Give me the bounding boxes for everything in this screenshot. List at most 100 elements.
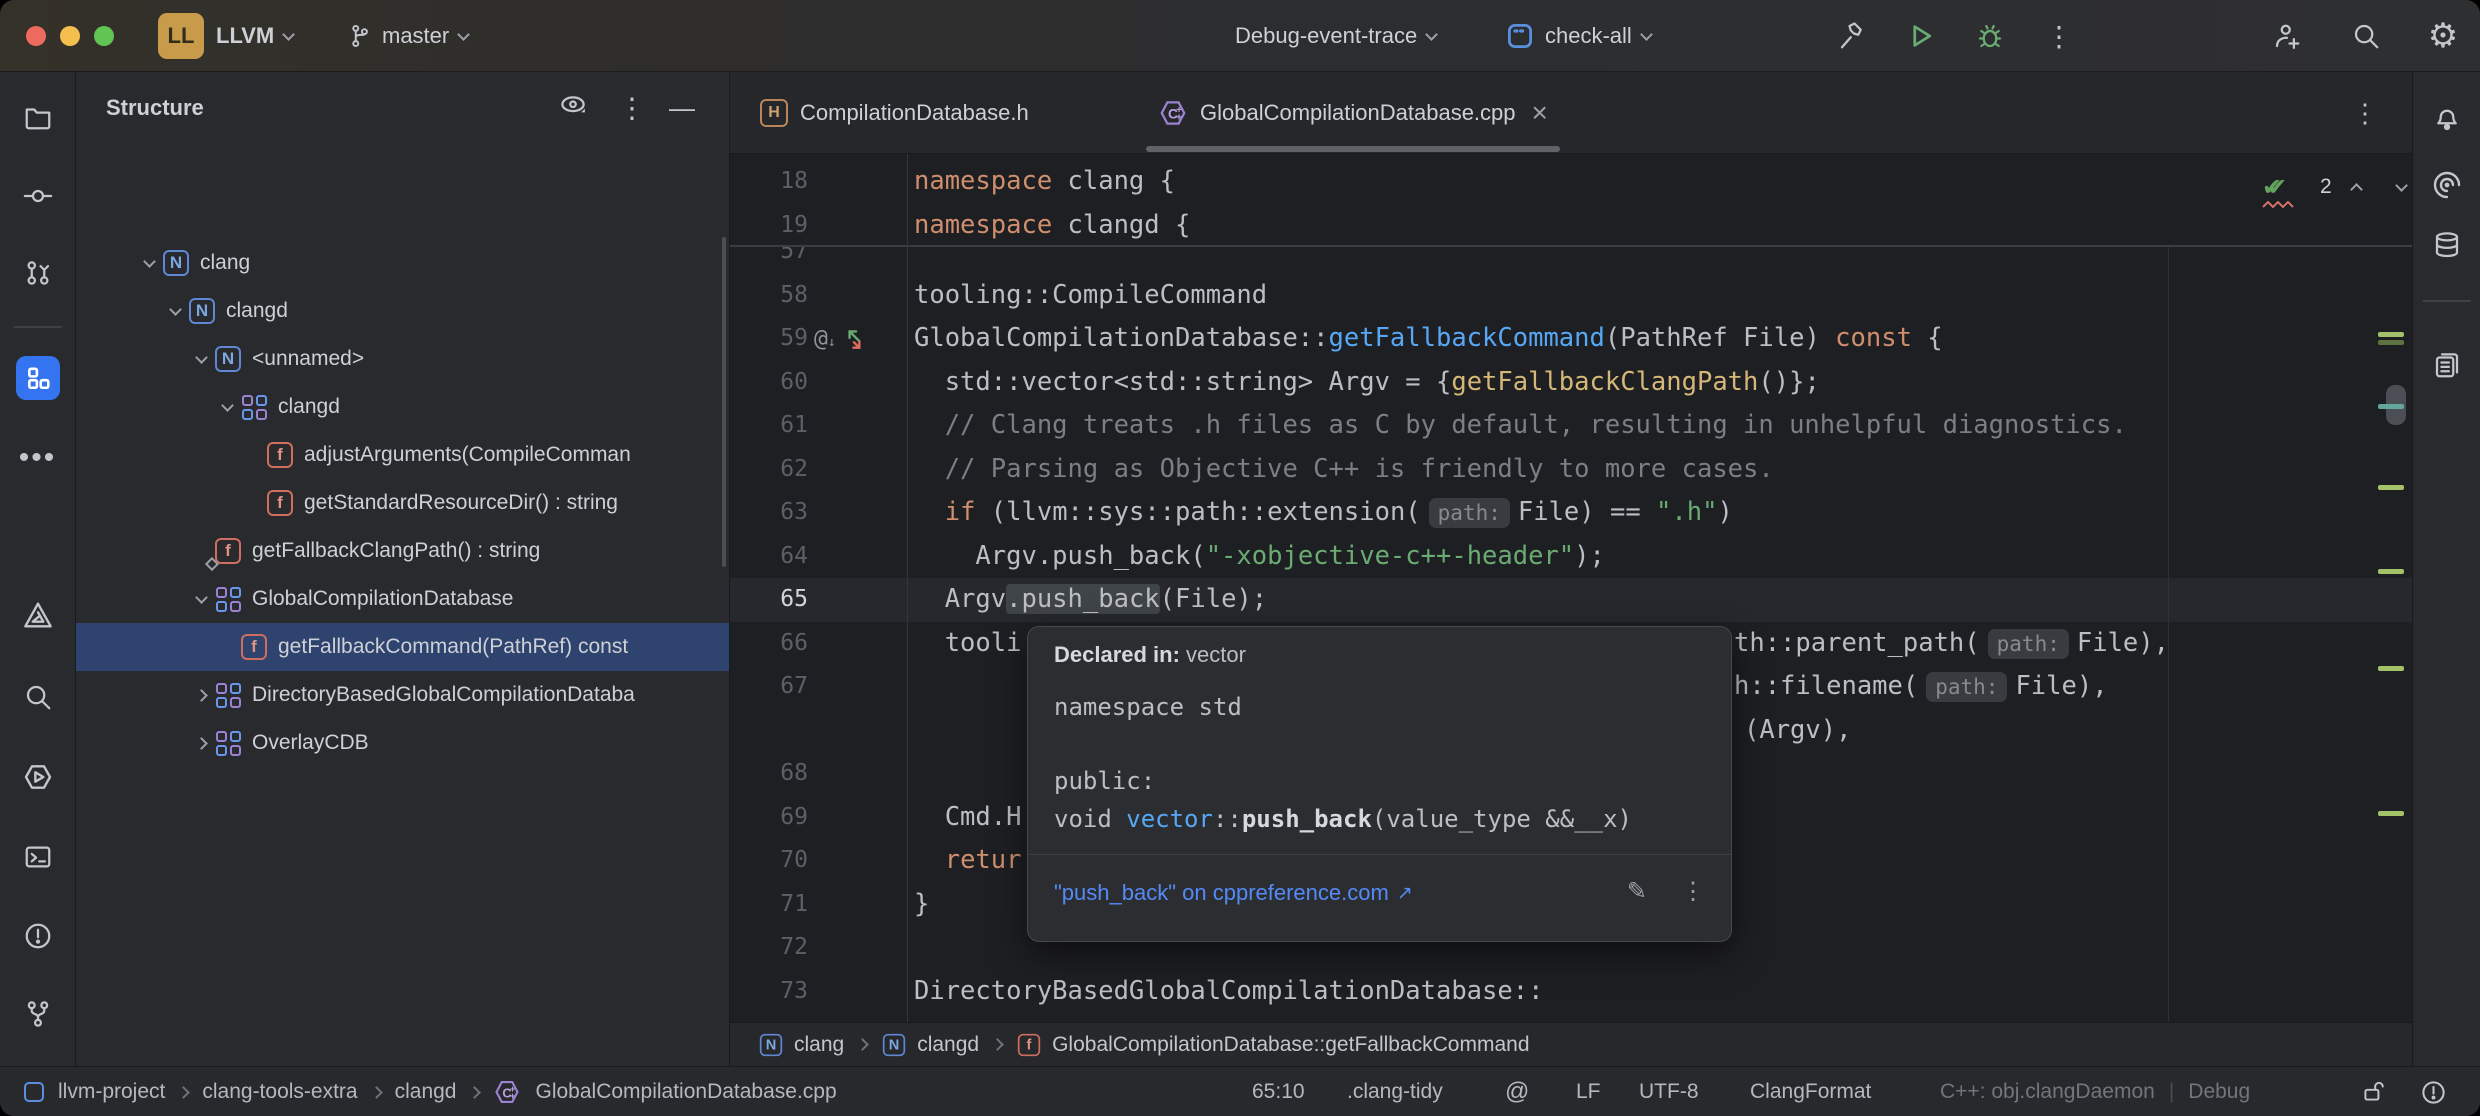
chevron-down-icon[interactable]	[220, 398, 234, 412]
code-line: 62 // Parsing as Objective C++ is friend…	[730, 448, 2412, 492]
ai-assistant-button[interactable]	[2431, 169, 2463, 201]
notifications-status-button[interactable]	[2420, 1067, 2447, 1116]
chevron-down-icon[interactable]	[194, 350, 208, 364]
documentation-button[interactable]	[2432, 350, 2462, 380]
git-branch-icon	[27, 1001, 48, 1027]
notifications-button[interactable]	[2432, 102, 2462, 132]
chevron-down-icon[interactable]	[168, 302, 182, 316]
run-button[interactable]	[1899, 0, 1943, 72]
panel-scrollbar[interactable]	[722, 237, 726, 567]
project-badge[interactable]: LL	[158, 13, 204, 59]
external-link-icon: ↗	[1396, 882, 1413, 904]
chevron-right-icon	[468, 1085, 482, 1099]
inspection-count: 2	[2320, 175, 2332, 198]
panel-more-button[interactable]: ⋮	[618, 92, 646, 125]
chevron-right-icon[interactable]	[194, 736, 208, 750]
vcs-change-mark[interactable]	[2378, 811, 2404, 816]
close-window-button[interactable]	[26, 26, 46, 46]
inspections-widget[interactable]: ✔✔ 2	[2262, 170, 2408, 208]
breadcrumb-clangd[interactable]: Nclangd	[881, 1032, 979, 1058]
hide-panel-button[interactable]: —	[669, 93, 695, 124]
services-icon	[24, 765, 51, 789]
structure-tree-item[interactable]: f adjustArguments(CompileComman	[76, 431, 729, 479]
encoding-status[interactable]: UTF-8	[1639, 1067, 1699, 1116]
chevron-down-icon[interactable]	[142, 254, 156, 268]
cpp-file-icon: C++	[495, 1081, 520, 1103]
breadcrumb-clang[interactable]: Nclang	[758, 1032, 844, 1058]
status-path-dir[interactable]: clang-tools-extra	[202, 1080, 357, 1104]
close-icon[interactable]: ×	[1532, 97, 1548, 129]
zoom-window-button[interactable]	[94, 26, 114, 46]
search-everywhere-button[interactable]	[2344, 0, 2388, 72]
more-tools-button[interactable]: •••	[19, 441, 57, 475]
project-tool-button[interactable]	[23, 102, 53, 132]
debug-button[interactable]	[1968, 0, 2012, 72]
write-access-toggle[interactable]	[2360, 1067, 2386, 1116]
edit-icon[interactable]: ✎	[1627, 877, 1647, 906]
line59-gutter-icons[interactable]: @↓	[814, 317, 868, 361]
chevron-right-icon[interactable]	[194, 688, 208, 702]
build-button[interactable]	[1830, 0, 1874, 72]
branch-menu[interactable]: master	[346, 0, 471, 72]
problems-tool-button[interactable]	[23, 921, 53, 951]
terminal-tool-button[interactable]	[23, 842, 53, 872]
next-problem-icon[interactable]	[2394, 178, 2408, 192]
status-path-project[interactable]: llvm-project	[58, 1080, 165, 1104]
structure-panel-header: Structure ⋮ —	[76, 72, 729, 144]
settings-button[interactable]: ⚙	[2421, 0, 2465, 72]
structure-tree-item[interactable]: f getFallbackClangPath() : string	[76, 527, 729, 575]
formatter-status[interactable]: ClangFormat	[1750, 1067, 1871, 1116]
recursive-call-icon: @↓	[814, 325, 836, 352]
vcs-change-mark[interactable]	[2378, 666, 2404, 671]
tab-compilationdatabase-h[interactable]: H CompilationDatabase.h	[742, 72, 1047, 154]
vcs-change-mark[interactable]	[2378, 485, 2404, 490]
run-config-selector[interactable]: Debug-event-trace	[1235, 0, 1439, 72]
clang-tidy-status[interactable]: .clang-tidy	[1347, 1067, 1443, 1116]
structure-tree-item[interactable]: Nclangd	[76, 287, 729, 335]
more-icon[interactable]: ⋮	[1681, 877, 1705, 906]
vcs-change-mark[interactable]	[2378, 340, 2404, 345]
structure-tree-item[interactable]: clangd	[76, 383, 729, 431]
find-tool-button[interactable]	[23, 682, 53, 712]
cppreference-link[interactable]: "push_back" on cppreference.com ↗	[1054, 880, 1413, 906]
status-path-dir2[interactable]: clangd	[395, 1080, 457, 1104]
database-button[interactable]	[2432, 230, 2462, 260]
structure-tree-item[interactable]: DirectoryBasedGlobalCompilationDataba	[76, 671, 729, 719]
search-icon	[2354, 24, 2379, 49]
vcs-change-mark[interactable]	[2378, 332, 2404, 337]
code-with-me-button[interactable]	[2265, 0, 2309, 72]
code-editor[interactable]: 57 58 tooling::CompileCommand 59 GlobalCompi…	[730, 154, 2412, 1022]
structure-tool-button[interactable]	[15, 356, 60, 400]
toolchain-status[interactable]: C++: obj.clangDaemon | Debug	[1940, 1067, 2250, 1116]
structure-tree-item[interactable]: N <unnamed>	[76, 335, 729, 383]
version-control-tool-button[interactable]	[23, 999, 53, 1029]
structure-tree-item[interactable]: OverlayCDB	[76, 719, 729, 767]
vcs-change-mark[interactable]	[2378, 569, 2404, 574]
structure-tree-item[interactable]: f getStandardResourceDir() : string	[76, 479, 729, 527]
project-name-menu[interactable]: LLVM	[216, 0, 296, 72]
unlocked-icon	[2364, 1081, 2384, 1101]
more-actions-button[interactable]: ⋮	[2037, 0, 2081, 72]
breadcrumb-function[interactable]: f GlobalCompilationDatabase::getFallbackC…	[1016, 1032, 1530, 1058]
line-separator-status[interactable]: LF	[1576, 1067, 1601, 1116]
caret-position[interactable]: 65:10	[1252, 1067, 1305, 1116]
cmake-profile-selector[interactable]: check-all	[1505, 0, 1653, 72]
clangd-status-icon[interactable]: @	[1505, 1067, 1529, 1116]
structure-tree-item[interactable]: GlobalCompilationDatabase	[76, 575, 729, 623]
line-number: 66	[780, 629, 808, 656]
status-file-name[interactable]: GlobalCompilationDatabase.cpp	[535, 1080, 836, 1104]
commit-tool-button[interactable]	[23, 181, 53, 211]
pull-requests-tool-button[interactable]	[23, 258, 53, 288]
prev-problem-icon[interactable]	[2349, 182, 2363, 196]
minimize-window-button[interactable]	[60, 26, 80, 46]
services-tool-button[interactable]	[22, 761, 54, 793]
vcs-change-mark[interactable]	[2378, 404, 2404, 409]
chevron-down-icon[interactable]	[194, 590, 208, 604]
namespace-icon: N	[759, 1033, 783, 1056]
tab-options-button[interactable]: ⋮	[2352, 72, 2378, 154]
tab-globalcompilationdatabase-cpp[interactable]: C + + GlobalCompilationDatabase.cpp ×	[1140, 72, 1566, 154]
structure-tree-item[interactable]: Nclang	[76, 239, 729, 287]
structure-tree-item[interactable]: f getFallbackCommand(PathRef) const	[76, 623, 729, 671]
bookmarks-tool-button[interactable]	[22, 599, 54, 631]
view-options-button[interactable]	[558, 91, 588, 126]
